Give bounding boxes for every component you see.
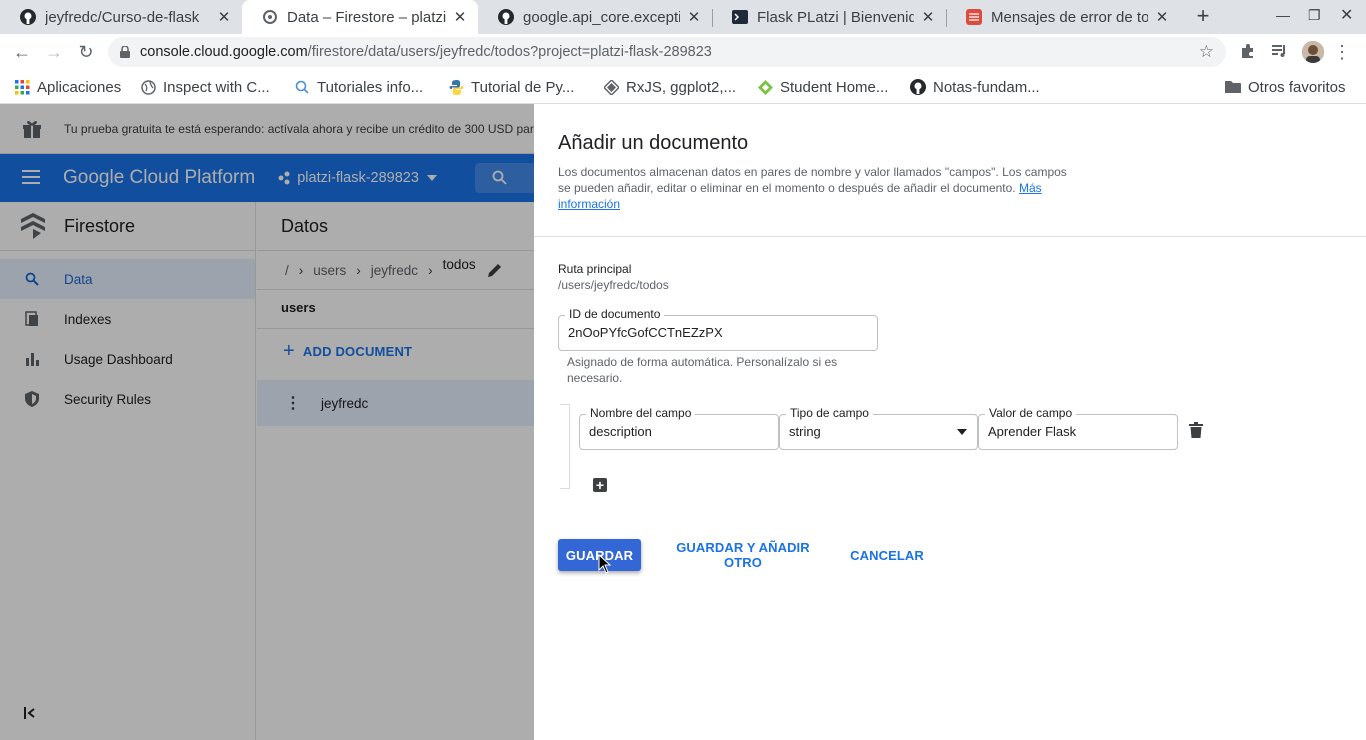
bookmark-label: Inspect with C...: [163, 78, 270, 96]
extensions-icon[interactable]: [1238, 42, 1258, 62]
github-icon: [498, 9, 514, 25]
field-type-value[interactable]: [789, 424, 968, 439]
parent-path-label: Ruta principal: [558, 262, 632, 276]
dialog-title: Añadir un documento: [558, 132, 749, 154]
field-name-input[interactable]: [589, 424, 769, 439]
divider: [534, 236, 1366, 237]
document-id-input[interactable]: [568, 325, 868, 340]
tab-title: Mensajes de error de tok: [991, 8, 1148, 26]
bookmark-label: Aplicaciones: [37, 78, 122, 96]
parent-path-value: /users/jeyfredc/todos: [558, 278, 669, 292]
document-id-hint: Asignado de forma automática. Personalíz…: [567, 355, 838, 385]
reload-icon[interactable]: ↻: [75, 41, 97, 63]
mouse-cursor-icon: [598, 553, 612, 574]
globe-icon: [140, 79, 156, 95]
dialog-description: Los documentos almacenan datos en pares …: [558, 164, 1078, 212]
new-tab-icon[interactable]: +: [1192, 5, 1214, 27]
search-bookmark-icon: [294, 79, 310, 95]
cancel-button[interactable]: CANCELAR: [846, 539, 928, 571]
bookmark-item[interactable]: Tutoriales info...: [294, 77, 423, 97]
bookmarks-bar: Aplicaciones Inspect with C... Tutoriale…: [0, 70, 1366, 104]
window-close-icon[interactable]: ✕: [1340, 5, 1353, 25]
field-value-field[interactable]: Valor de campo: [978, 406, 1178, 450]
field-value-input[interactable]: [988, 424, 1168, 439]
document-id-field[interactable]: ID de documento: [558, 307, 878, 351]
field-label: Nombre del campo: [586, 406, 696, 420]
url-path: /firestore/data/users/jeyfredc/todos?pro…: [307, 44, 712, 60]
field-label: Tipo de campo: [786, 406, 873, 420]
browser-tab[interactable]: google.api_core.exceptio ✕: [478, 0, 712, 34]
minimize-icon[interactable]: —: [1276, 7, 1290, 23]
delete-field-icon[interactable]: [1189, 422, 1205, 440]
field-label: Valor de campo: [985, 406, 1077, 420]
url-host: console.cloud.google.com: [140, 44, 308, 60]
github-icon: [910, 79, 926, 95]
terminal-icon: [732, 9, 748, 25]
media-control-icon[interactable]: [1269, 42, 1289, 62]
bookmark-item[interactable]: RxJS, ggplot2,...: [603, 77, 736, 97]
tab-title: Flask PLatzi | Bienvenido: [757, 8, 914, 26]
maximize-icon[interactable]: ❐: [1308, 7, 1321, 24]
tab-strip: jeyfredc/Curso-de-flask ✕ Data – Firesto…: [0, 0, 1366, 34]
field-label: ID de documento: [565, 307, 665, 321]
bookmark-item[interactable]: Student Home...: [757, 77, 888, 97]
tab-title: jeyfredc/Curso-de-flask: [45, 8, 200, 26]
browser-tab[interactable]: Mensajes de error de tok ✕: [946, 0, 1180, 34]
field-name-field[interactable]: Nombre del campo: [579, 406, 779, 450]
folder-icon: [1225, 79, 1241, 95]
python-icon: [448, 79, 464, 95]
bookmark-item[interactable]: Inspect with C...: [140, 77, 270, 97]
bookmark-item[interactable]: Tutorial de Py...: [448, 77, 574, 97]
tab-title: Data – Firestore – platzi-f: [287, 8, 446, 26]
modal-scrim[interactable]: [0, 104, 534, 740]
browser-toolbar: ← → ↻ console.cloud.google.com/firestore…: [0, 34, 1366, 70]
add-field-icon[interactable]: +: [593, 478, 607, 492]
lock-icon: [120, 46, 130, 58]
save-and-add-button[interactable]: GUARDAR Y AÑADIR OTRO: [658, 539, 828, 571]
bookmark-label: RxJS, ggplot2,...: [626, 78, 737, 96]
bookmark-label: Tutorial de Py...: [471, 78, 575, 96]
tree-line: [569, 404, 570, 488]
student-icon: [757, 79, 773, 95]
browser-tab-active[interactable]: Data – Firestore – platzi-f ✕: [242, 0, 478, 34]
description-text: Los documentos almacenan datos en pares …: [558, 165, 1067, 195]
address-bar[interactable]: console.cloud.google.com/firestore/data/…: [108, 37, 1226, 67]
other-bookmarks-label: Otros favoritos: [1248, 78, 1346, 96]
add-document-panel: Añadir un documento Los documentos almac…: [534, 104, 1366, 740]
browser-tab[interactable]: jeyfredc/Curso-de-flask ✕: [0, 0, 242, 34]
bookmark-item[interactable]: Notas-fundam...: [910, 77, 1040, 97]
bookmark-label: Student Home...: [780, 78, 889, 96]
dropdown-arrow-icon: [957, 429, 967, 435]
diamond-icon: [603, 79, 619, 95]
browser-tab[interactable]: Flask PLatzi | Bienvenido ✕: [712, 0, 946, 34]
gcp-tab-icon: [262, 9, 278, 25]
forward-icon[interactable]: →: [43, 41, 65, 63]
github-icon: [20, 9, 36, 25]
bookmark-apps[interactable]: Aplicaciones: [14, 77, 121, 97]
apps-grid-icon: [14, 79, 30, 95]
close-icon[interactable]: ✕: [452, 8, 468, 26]
browser-menu-icon[interactable]: ⋮: [1332, 42, 1352, 62]
back-icon[interactable]: ←: [11, 41, 33, 63]
todoist-icon: [966, 9, 982, 25]
tree-line: [560, 488, 570, 489]
tab-title: google.api_core.exceptio: [523, 8, 680, 26]
bookmark-star-icon[interactable]: ☆: [1199, 42, 1214, 62]
close-icon[interactable]: ✕: [216, 8, 232, 26]
bookmark-label: Notas-fundam...: [933, 78, 1040, 96]
close-icon[interactable]: ✕: [686, 8, 702, 26]
close-icon[interactable]: ✕: [920, 8, 936, 26]
avatar[interactable]: [1302, 41, 1324, 63]
field-type-select[interactable]: Tipo de campo: [779, 406, 978, 450]
other-bookmarks[interactable]: Otros favoritos: [1225, 77, 1346, 97]
bookmark-label: Tutoriales info...: [317, 78, 424, 96]
close-icon[interactable]: ✕: [1154, 8, 1170, 26]
